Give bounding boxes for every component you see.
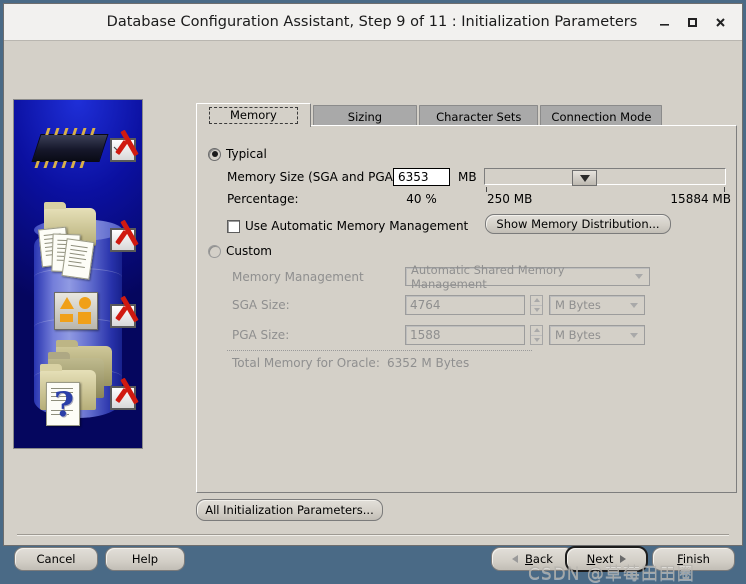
tab-sizing-label: Sizing (347, 109, 383, 124)
show-memory-distribution-button[interactable]: Show Memory Distribution... (485, 214, 671, 234)
total-memory-value: 6352 M Bytes (387, 356, 470, 370)
automatic-memory-management-row[interactable]: Use Automatic Memory Management (227, 219, 468, 233)
pga-size-input[interactable]: 1588 (405, 325, 525, 345)
tab-memory-label: Memory (209, 107, 298, 124)
percentage-value: 40 % (406, 192, 437, 206)
custom-radio-label: Custom (226, 244, 272, 258)
memory-size-slider[interactable] (484, 168, 726, 186)
slider-thumb-triangle-icon (579, 174, 590, 182)
memory-size-unit-label: MB (458, 170, 477, 184)
pga-size-unit-value: M Bytes (555, 328, 601, 342)
memory-size-label: Memory Size (SGA and PGA): (227, 170, 402, 184)
slider-min-label: 250 MB (487, 192, 533, 206)
memory-size-slider-thumb[interactable] (572, 170, 597, 186)
slider-max-label: 15884 MB (670, 192, 731, 206)
percentage-label: Percentage: (227, 192, 299, 206)
memory-management-select[interactable]: Automatic Shared Memory Management (405, 263, 650, 291)
tab-connection-mode-label: Connection Mode (551, 109, 652, 124)
pga-size-unit-select[interactable]: M Bytes (549, 325, 645, 345)
tab-connection-mode[interactable]: Connection Mode (540, 105, 663, 127)
tab-memory[interactable]: Memory (196, 103, 311, 127)
csdn-watermark: CSDN @草莓田田圈 (528, 564, 695, 584)
memory-size-row: Memory Size (SGA and PGA): 6353 MB (227, 168, 477, 186)
help-button[interactable]: Help (105, 547, 185, 571)
tab-character-sets-label: Character Sets (436, 109, 522, 124)
typical-radio-label: Typical (226, 147, 267, 161)
sga-size-unit-select[interactable]: M Bytes (549, 295, 645, 315)
title-bar: Database Configuration Assistant, Step 9… (4, 4, 742, 41)
custom-radio-row[interactable]: Custom (208, 244, 272, 258)
memory-management-label: Memory Management (232, 270, 364, 284)
close-icon[interactable] (706, 9, 734, 35)
chevron-down-icon-sga-unit (630, 302, 638, 308)
tab-sizing[interactable]: Sizing (312, 105, 418, 127)
client-area: ? Memory Sizing Character Sets Connectio… (4, 41, 742, 584)
automatic-memory-management-checkbox[interactable] (227, 219, 240, 233)
cancel-button[interactable]: Cancel (14, 547, 98, 571)
tab-bar: Memory Sizing Character Sets Connection … (196, 103, 664, 127)
document-icon-3 (61, 238, 95, 280)
window-title: Database Configuration Assistant, Step 9… (106, 14, 638, 30)
minimize-icon[interactable] (650, 9, 678, 35)
window-controls (650, 9, 742, 35)
pga-stepper-up-icon[interactable] (531, 326, 542, 336)
pga-size-label: PGA Size: (232, 328, 290, 342)
automatic-memory-management-label: Use Automatic Memory Management (245, 219, 469, 233)
unknown-document-icon: ? (46, 382, 80, 426)
chevron-left-icon (512, 555, 519, 563)
sga-size-unit-value: M Bytes (555, 298, 601, 312)
tab-character-sets[interactable]: Character Sets (419, 105, 539, 127)
memory-tab-panel: Typical Memory Size (SGA and PGA): 6353 … (196, 125, 737, 493)
chevron-down-icon-memory-management (635, 274, 643, 279)
footer-separator (17, 534, 729, 536)
maximize-icon[interactable] (678, 9, 706, 35)
pga-stepper-down-icon[interactable] (531, 336, 542, 345)
sga-size-label: SGA Size: (232, 298, 290, 312)
sga-stepper-down-icon[interactable] (531, 306, 542, 315)
sga-stepper-up-icon[interactable] (531, 296, 542, 306)
typical-radio-row[interactable]: Typical (208, 147, 267, 161)
percentage-row: Percentage: 40 % (227, 192, 450, 206)
pga-size-stepper[interactable] (530, 325, 543, 345)
wizard-illustration: ? (13, 99, 143, 449)
total-divider (227, 350, 532, 351)
total-memory-label: Total Memory for Oracle: (232, 356, 380, 370)
sga-size-stepper[interactable] (530, 295, 543, 315)
all-initialization-parameters-button[interactable]: All Initialization Parameters... (196, 499, 383, 521)
cpu-chip-icon (31, 128, 109, 168)
dbca-window: Database Configuration Assistant, Step 9… (3, 3, 743, 584)
memory-size-input[interactable]: 6353 (393, 168, 450, 186)
sga-size-input[interactable]: 4764 (405, 295, 525, 315)
memory-management-value: Automatic Shared Memory Management (411, 262, 565, 291)
chevron-down-icon-pga-unit (630, 332, 638, 338)
custom-radio[interactable] (208, 244, 221, 258)
objects-shapes-icon (54, 292, 98, 330)
typical-radio[interactable] (208, 147, 221, 161)
